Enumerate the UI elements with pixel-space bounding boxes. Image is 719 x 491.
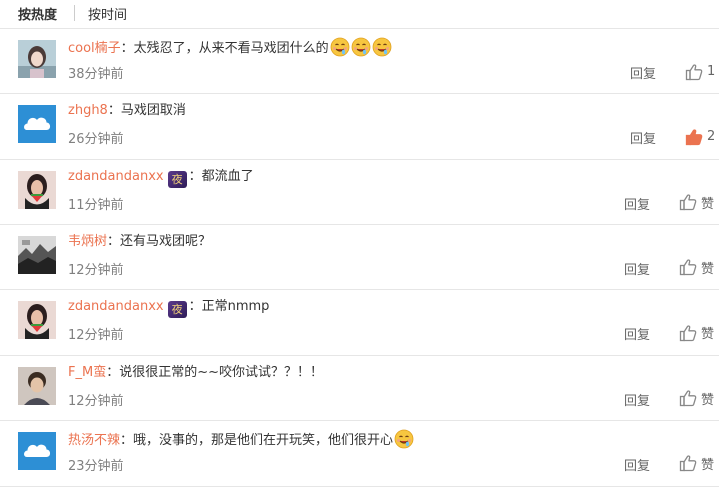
vip-badge-icon[interactable]: 夜 (167, 301, 187, 319)
drooling-face-emoji-icon (330, 37, 350, 57)
thumbs-up-icon (685, 61, 703, 80)
like-button[interactable]: 赞 (679, 453, 715, 473)
comment-item: F_M蛮：说很很正常的~~咬你试试？？！！ 12分钟前 回复 赞 (0, 354, 719, 420)
avatar[interactable] (18, 105, 56, 144)
comment-timestamp: 12分钟前 (68, 262, 124, 278)
comment-timestamp: 23分钟前 (68, 458, 124, 474)
comment-text: ：马戏团取消 (107, 103, 186, 119)
avatar[interactable] (18, 366, 56, 405)
sort-separator (74, 5, 75, 21)
comment-timestamp: 12分钟前 (68, 328, 124, 344)
comment-timestamp: 38分钟前 (68, 67, 124, 82)
comment-divider (0, 28, 719, 29)
like-button[interactable]: 赞 (679, 192, 715, 212)
comment-divider (0, 289, 719, 291)
sort-by-hot-tab[interactable]: 按热度 (18, 4, 57, 23)
comment-item: cool楠子：太残忍了，从来不看马戏团什么的 38分钟前 回复 1 (0, 28, 719, 93)
comment-text: ：正常nmmp (188, 299, 270, 315)
like-count: 赞 (701, 392, 715, 408)
comment-timestamp: 26分钟前 (68, 132, 124, 148)
like-button[interactable]: 赞 (679, 388, 715, 408)
comment-text: ：太残忍了，从来不看马戏团什么的 (120, 41, 329, 56)
sort-bar: 按热度 按时间 (0, 0, 719, 28)
like-button[interactable]: 2 (685, 126, 716, 145)
comment-divider (0, 223, 719, 225)
like-count: 2 (707, 129, 716, 145)
comment-body: zdandandanxx 夜：正常nmmp (68, 298, 270, 319)
comment-body: F_M蛮：说很很正常的~~咬你试试？？！！ (68, 364, 323, 382)
comment-item: 热汤不辣：哦，没事的，那是他们在开玩笑，他们很开心 23分钟前 回复 赞 (0, 419, 719, 485)
comment-username[interactable]: F_M蛮 (68, 365, 106, 380)
like-count: 赞 (701, 196, 715, 212)
thumbs-up-icon (679, 322, 697, 341)
like-button[interactable]: 赞 (679, 322, 715, 343)
comment-divider (0, 158, 719, 160)
thumbs-up-icon (679, 453, 697, 472)
like-button[interactable]: 1 (685, 61, 716, 80)
comment-item: zdandandanxx 夜：都流血了 11分钟前 回复 赞 (0, 158, 719, 224)
comment-username[interactable]: 热汤不辣 (68, 433, 120, 448)
reply-button[interactable]: 回复 (630, 128, 656, 147)
reply-button[interactable]: 回复 (624, 194, 650, 213)
comment-username[interactable]: zdandandanxx (68, 169, 164, 184)
thumbs-up-icon (685, 126, 703, 145)
thumbs-up-icon (679, 192, 697, 211)
thumbs-up-icon (679, 257, 697, 276)
vip-badge-icon[interactable]: 夜 (167, 170, 187, 188)
comment-username[interactable]: zhgh8 (68, 103, 108, 118)
like-count: 赞 (701, 261, 715, 277)
like-count: 赞 (701, 457, 715, 473)
comment-timestamp: 11分钟前 (68, 197, 124, 213)
reply-button[interactable]: 回复 (624, 390, 650, 409)
comment-divider (0, 419, 719, 421)
avatar[interactable] (18, 170, 56, 209)
comment-timestamp: 12分钟前 (68, 393, 124, 409)
bottom-divider (0, 486, 719, 487)
avatar[interactable] (18, 40, 56, 78)
drooling-face-emoji-icon (394, 429, 414, 449)
like-button[interactable]: 赞 (679, 257, 715, 277)
like-count: 赞 (701, 327, 715, 343)
comment-text: ：说很很正常的~~咬你试试？？！！ (106, 364, 323, 380)
like-count: 1 (707, 64, 716, 79)
comment-item: zhgh8：马戏团取消 26分钟前 回复 2 (0, 93, 719, 158)
reply-button[interactable]: 回复 (630, 63, 656, 82)
comment-text: ：都流血了 (188, 168, 254, 184)
comment-body: 韦炳树：还有马戏团呢？ (68, 233, 211, 251)
comment-body: zhgh8：马戏团取消 (68, 102, 186, 120)
avatar[interactable] (18, 431, 56, 470)
comment-divider (0, 93, 719, 95)
comment-username[interactable]: zdandandanxx (68, 299, 164, 314)
comment-username[interactable]: cool楠子 (68, 41, 121, 56)
thumbs-up-icon (679, 388, 697, 407)
sort-by-time-tab[interactable]: 按时间 (88, 4, 127, 23)
reply-button[interactable]: 回复 (624, 455, 650, 474)
drooling-face-emoji-icon (372, 37, 392, 57)
comment-text: ：哦，没事的，那是他们在开玩笑，他们很开心 (120, 432, 394, 448)
comment-body: 热汤不辣：哦，没事的，那是他们在开玩笑，他们很开心 (68, 429, 414, 450)
comment-username[interactable]: 韦炳树 (68, 234, 107, 249)
comment-text: ：还有马戏团呢？ (107, 233, 212, 249)
avatar[interactable] (18, 235, 56, 274)
reply-button[interactable]: 回复 (624, 259, 650, 278)
drooling-face-emoji-icon (351, 37, 371, 57)
comment-body: zdandandanxx 夜：都流血了 (68, 168, 254, 188)
comment-item: 韦炳树：还有马戏团呢？ 12分钟前 回复 赞 (0, 223, 719, 289)
comment-divider (0, 354, 719, 356)
avatar[interactable] (18, 301, 56, 340)
comment-body: cool楠子：太残忍了，从来不看马戏团什么的 (68, 37, 392, 58)
reply-button[interactable]: 回复 (624, 324, 650, 343)
comment-item: zdandandanxx 夜：正常nmmp 12分钟前 回复 赞 (0, 289, 719, 354)
